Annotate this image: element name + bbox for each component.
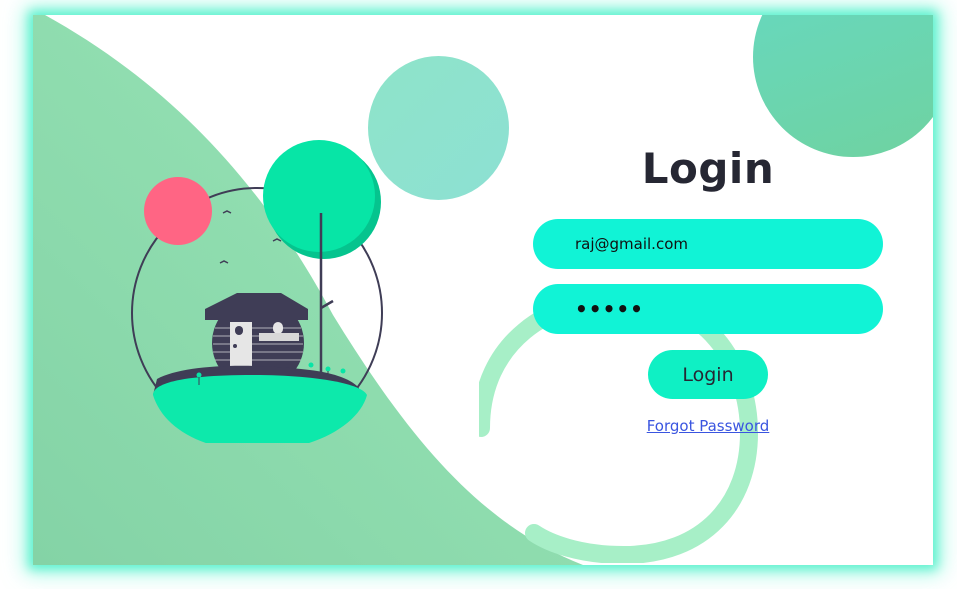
- login-card: Login Login Forgot Password: [33, 15, 933, 565]
- login-button[interactable]: Login: [648, 350, 768, 399]
- password-field[interactable]: [533, 284, 883, 334]
- email-field[interactable]: [533, 219, 883, 269]
- forgot-password-link[interactable]: Forgot Password: [533, 417, 883, 435]
- login-title: Login: [641, 144, 775, 193]
- login-form: Login Login Forgot Password: [533, 140, 883, 435]
- house-on-hill-illustration: [131, 140, 383, 443]
